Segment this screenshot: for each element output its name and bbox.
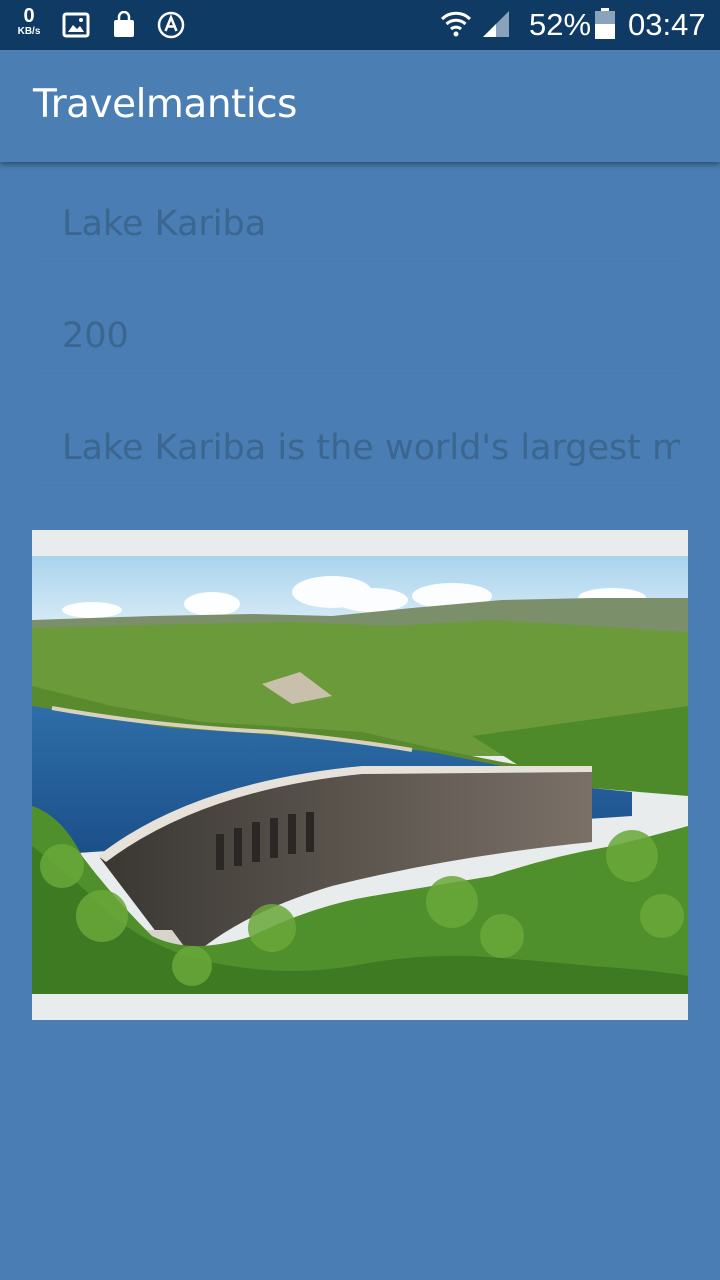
battery-icon (595, 8, 615, 39)
app-title: Travelmantics (33, 82, 297, 127)
price-field-value: 200 (62, 316, 129, 356)
cell-signal-icon (483, 11, 509, 37)
status-bar: 0 KB/s 52% 03:47 (0, 0, 720, 50)
app-bar: Travelmantics (0, 50, 720, 162)
shopping-bag-icon (114, 11, 134, 37)
kariba-dam-photo[interactable] (32, 556, 688, 994)
title-field-value: Lake Kariba (62, 204, 267, 244)
auto-a-icon (157, 11, 185, 39)
network-speed-indicator: 0 KB/s (12, 6, 46, 37)
image-icon (62, 12, 90, 38)
network-speed-unit: KB/s (17, 26, 41, 37)
network-speed-value: 0 (23, 5, 35, 27)
description-field[interactable]: Lake Kariba is the world's largest man-m… (40, 408, 680, 483)
title-field[interactable]: Lake Kariba (40, 184, 680, 259)
image-frame (32, 530, 688, 1020)
battery-percentage: 52% (529, 7, 592, 42)
wifi-icon (440, 11, 472, 37)
clock: 03:47 (628, 7, 706, 42)
price-field[interactable]: 200 (40, 296, 680, 371)
description-field-value: Lake Kariba is the world's largest man-m… (62, 428, 680, 468)
